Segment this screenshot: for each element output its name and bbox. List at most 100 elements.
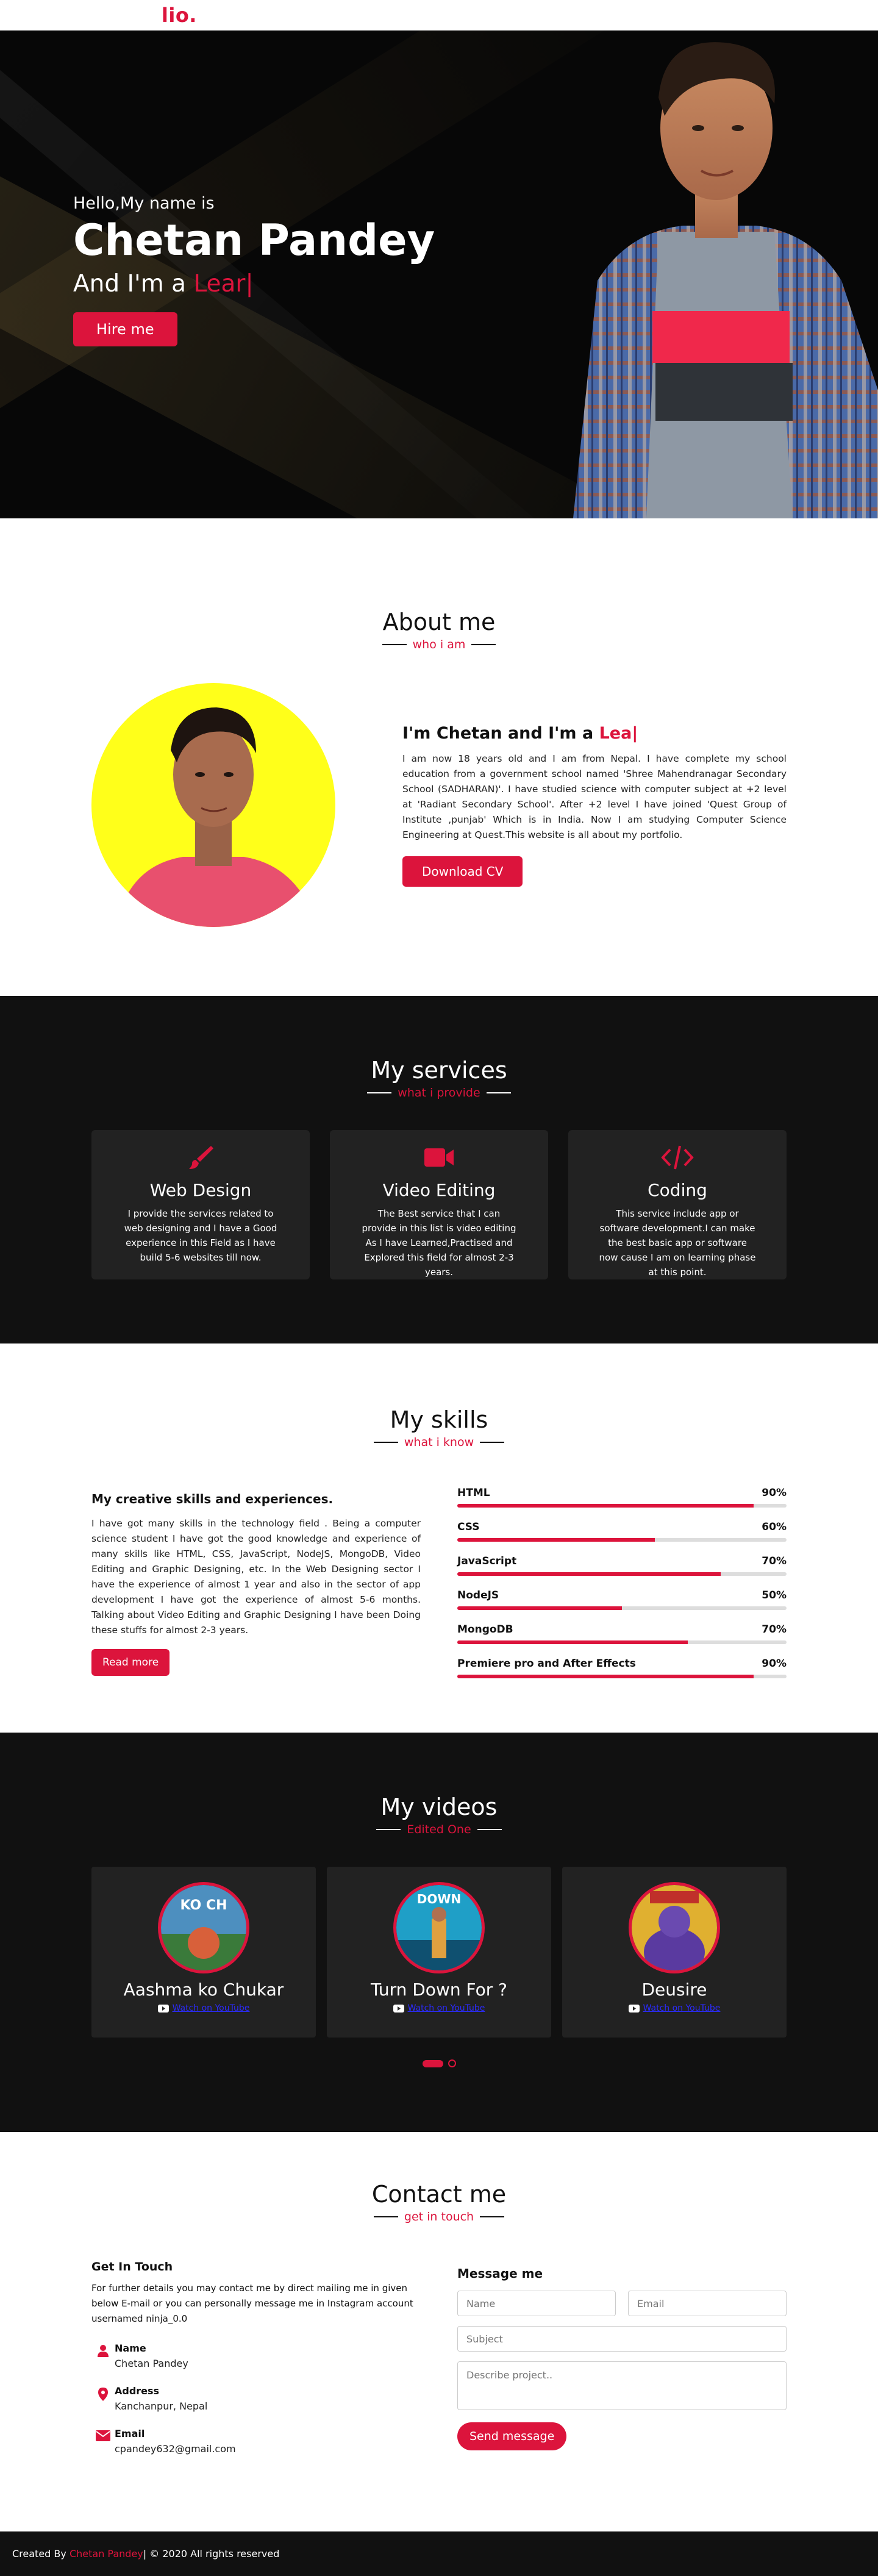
service-title: Web Design [149, 1180, 252, 1200]
about-text: I am now 18 years old and I am from Nepa… [402, 753, 787, 840]
footer: Created By Chetan Pandey | © 2020 All rig… [0, 2531, 878, 2576]
contact-label: Email [115, 2428, 145, 2439]
skill-fill [457, 1538, 655, 1542]
divider [471, 644, 496, 645]
youtube-link[interactable]: Watch on YouTube [643, 2003, 721, 2013]
email-input[interactable] [628, 2291, 787, 2316]
nav-menu: Home About Services Skills Videos Contac… [498, 9, 787, 21]
service-card[interactable]: Web Design I provide the services relate… [91, 1130, 310, 1279]
skill-name: NodeJS [457, 1589, 499, 1601]
divider [367, 1092, 392, 1093]
form-title: Message me [457, 2266, 543, 2281]
nav-skills[interactable]: Skills [661, 9, 685, 21]
navbar: portfolio. Home About Services Skills Vi… [0, 0, 878, 30]
message-textarea[interactable] [457, 2361, 787, 2410]
skill-percent: 90% [762, 1487, 787, 1499]
nav-videos[interactable]: Videos [702, 9, 734, 21]
contact-section: Contact me get in touch Get In Touch For… [0, 2132, 878, 2531]
video-card[interactable]: DOWN Turn Down For ? Watch on YouTube [327, 1867, 551, 2038]
skill-bar: Premiere pro and After Effects 90% [457, 1658, 787, 1678]
hero-name: Chetan Pandey [73, 215, 435, 265]
skill-percent: 70% [762, 1555, 787, 1567]
skill-percent: 50% [762, 1589, 787, 1601]
send-message-button[interactable]: Send message [457, 2422, 567, 2450]
contact-name: Name Chetan Pandey [91, 2342, 421, 2369]
skill-bar: MongoDB 70% [457, 1623, 787, 1644]
read-more-button[interactable]: Read more [91, 1649, 170, 1676]
name-input[interactable] [457, 2291, 616, 2316]
subtitle-text: get in touch [404, 2210, 474, 2224]
skill-track [457, 1572, 787, 1576]
skill-bar: NodeJS 50% [457, 1589, 787, 1610]
hero-section: Hello,My name is Chetan Pandey And I'm a… [0, 0, 878, 518]
skill-fill [457, 1675, 754, 1678]
footer-copyright: | © 2020 All rights reserved [143, 2548, 280, 2560]
skill-track [457, 1640, 787, 1644]
skill-percent: 60% [762, 1521, 787, 1533]
divider [480, 1442, 505, 1443]
nav-services[interactable]: Services [604, 9, 644, 21]
logo-main: portfo [91, 4, 162, 27]
youtube-icon [628, 2004, 640, 2012]
video-title: Deusire [641, 1980, 707, 2000]
skills-section: My skills what i know My creative skills… [0, 1343, 878, 1733]
hire-me-button[interactable]: Hire me [73, 312, 177, 346]
skill-name: JavaScript [457, 1555, 517, 1567]
hero-tagline-prefix: And I'm a [73, 270, 187, 298]
video-thumbnail[interactable] [629, 1882, 720, 1973]
hero-tagline: And I'm a Lear| [73, 270, 435, 298]
hero-content: Hello,My name is Chetan Pandey And I'm a… [73, 194, 435, 346]
youtube-icon [157, 2004, 169, 2012]
skill-name: CSS [457, 1521, 480, 1533]
download-cv-button[interactable]: Download CV [402, 856, 523, 887]
section-title: Contact me [371, 2181, 507, 2208]
about-photo [91, 683, 335, 927]
section-title: My services [371, 1057, 507, 1084]
carousel-dot[interactable] [448, 2059, 456, 2067]
skill-name: Premiere pro and After Effects [457, 1658, 636, 1670]
video-thumbnail[interactable]: KO CH [158, 1882, 249, 1973]
carousel-dots [91, 2059, 787, 2067]
skill-percent: 90% [762, 1658, 787, 1670]
typed-text: Lear [193, 270, 246, 298]
skill-name: MongoDB [457, 1623, 513, 1636]
typing-cursor: | [245, 270, 254, 298]
skills-text: I have got many skills in the technology… [91, 1518, 421, 1636]
thumbnail-text: KO CH [180, 1898, 227, 1913]
service-title: Video Editing [382, 1180, 496, 1200]
videos-section: My videos Edited One KO CH Aashma ko Chu… [0, 1733, 878, 2132]
skill-track [457, 1606, 787, 1610]
logo-accent: lio. [161, 4, 197, 27]
skill-bar: JavaScript 70% [457, 1555, 787, 1576]
envelope-icon [91, 2428, 115, 2441]
hero-greeting: Hello,My name is [73, 194, 215, 213]
paint-brush-icon [91, 1143, 310, 1172]
skill-fill [457, 1504, 754, 1508]
logo[interactable]: portfolio. [91, 4, 197, 27]
avatar [116, 707, 317, 927]
section-subtitle: get in touch [91, 2210, 787, 2224]
youtube-link[interactable]: Watch on YouTube [173, 2003, 250, 2013]
nav-contact[interactable]: Contact [751, 9, 787, 21]
skill-bar: CSS 60% [457, 1521, 787, 1542]
service-title: Coding [648, 1180, 707, 1200]
skill-name: HTML [457, 1487, 490, 1499]
service-card[interactable]: Coding This service include app or softw… [568, 1130, 787, 1279]
subtitle-text: Edited One [407, 1823, 471, 1836]
subject-input[interactable] [457, 2326, 787, 2352]
service-card[interactable]: Video Editing The Best service that I ca… [330, 1130, 548, 1279]
contact-value: Kanchanpur, Nepal [115, 2400, 208, 2412]
skill-track [457, 1538, 787, 1542]
video-thumbnail[interactable]: DOWN [393, 1882, 485, 1973]
hero-portrait [573, 42, 878, 518]
nav-home[interactable]: Home [515, 9, 543, 21]
youtube-link[interactable]: Watch on YouTube [408, 2003, 485, 2013]
section-title: My skills [390, 1406, 488, 1433]
footer-author-link[interactable]: Chetan Pandey [70, 2548, 143, 2560]
video-card[interactable]: Deusire Watch on YouTube [562, 1867, 787, 2038]
nav-about[interactable]: About [560, 9, 587, 21]
about-heading-prefix: I'm Chetan and I'm a [402, 723, 594, 743]
video-card[interactable]: KO CH Aashma ko Chukar Watch on YouTube [91, 1867, 316, 2038]
carousel-dot-active[interactable] [422, 2059, 443, 2067]
skill-track [457, 1675, 787, 1678]
